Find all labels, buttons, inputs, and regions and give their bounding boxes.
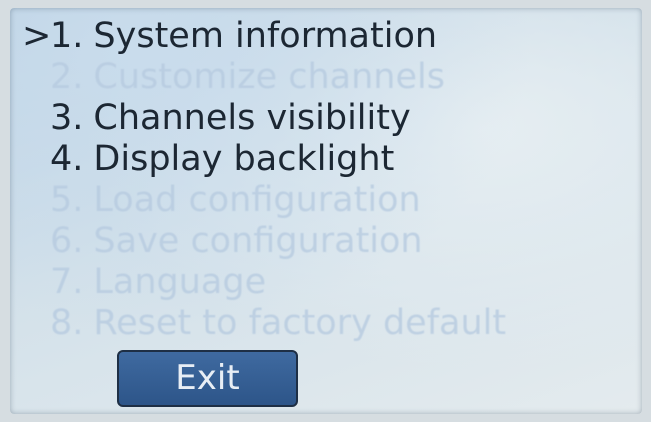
menu-item-customize-channels: 2. Customize channels (22, 57, 506, 98)
menu-item-number: 5. (50, 180, 84, 220)
menu-item-label: Display backlight (93, 139, 395, 179)
menu-item-label: Language (93, 262, 267, 302)
device-bezel: > 1. System information 2. Customize cha… (0, 0, 651, 422)
menu-item-number: 6. (50, 221, 84, 261)
menu-item-label: Save configuration (93, 221, 423, 261)
menu-item-number: 4. (50, 139, 84, 179)
menu-item-display-backlight[interactable]: 4. Display backlight (22, 139, 506, 180)
menu-item-reset-to-factory-default: 8. Reset to factory default (22, 303, 506, 344)
menu-item-label: System information (93, 16, 438, 56)
menu-item-channels-visibility[interactable]: 3. Channels visibility (22, 98, 506, 139)
menu-item-number: 8. (50, 303, 84, 343)
menu-item-system-information[interactable]: > 1. System information (22, 16, 506, 57)
menu-item-number: 3. (50, 98, 84, 138)
menu-item-label: Channels visibility (93, 98, 411, 138)
menu-item-number: 2. (50, 57, 84, 97)
exit-button[interactable]: Exit (117, 350, 298, 407)
lcd-screen: > 1. System information 2. Customize cha… (10, 8, 642, 414)
menu-item-number: 7. (50, 262, 84, 302)
menu-item-label: Reset to factory default (93, 303, 507, 343)
settings-menu: > 1. System information 2. Customize cha… (22, 16, 506, 344)
selection-cursor: > (22, 16, 52, 56)
menu-item-label: Customize channels (93, 57, 445, 97)
menu-item-load-configuration: 5. Load configuration (22, 180, 506, 221)
menu-item-language: 7. Language (22, 262, 506, 303)
menu-item-save-configuration: 6. Save configuration (22, 221, 506, 262)
menu-item-label: Load configuration (93, 180, 421, 220)
menu-item-number: 1. (50, 16, 84, 56)
